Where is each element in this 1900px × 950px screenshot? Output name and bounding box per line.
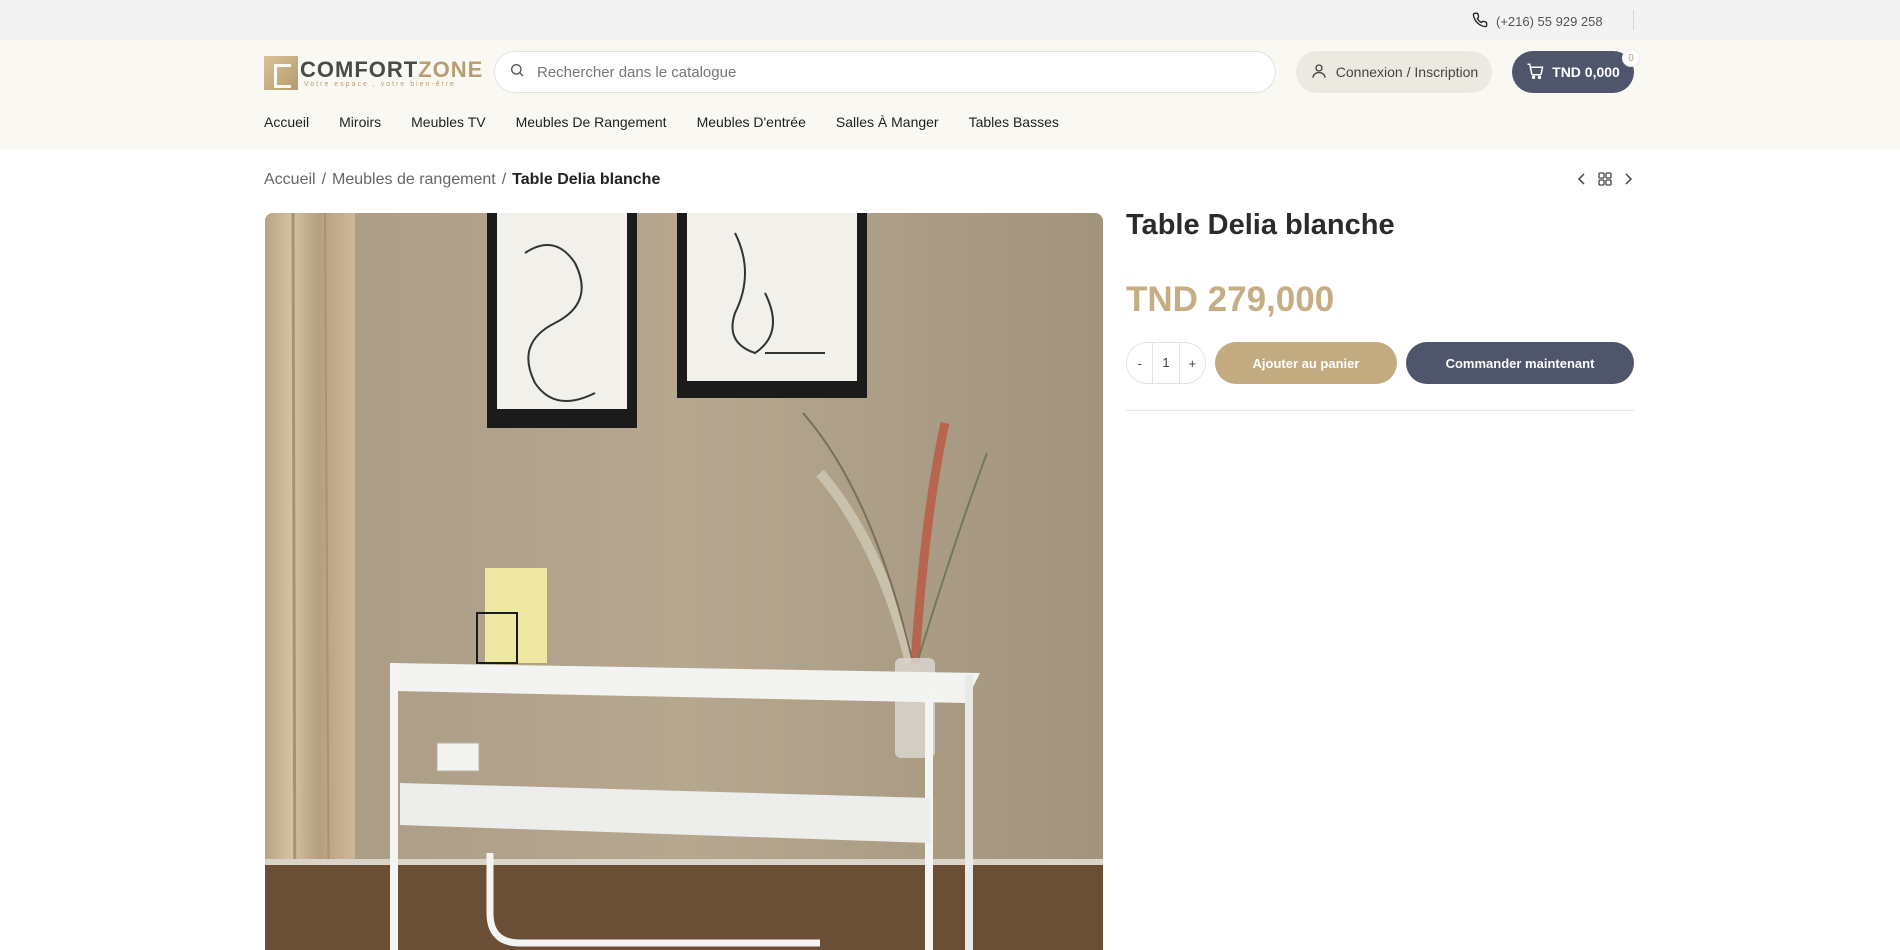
login-button[interactable]: Connexion / Inscription [1296,51,1492,93]
search-icon[interactable] [509,62,525,83]
logo-mark [264,56,298,90]
nav-item-tables-basses[interactable]: Tables Basses [969,114,1059,130]
search-input[interactable] [535,62,1239,82]
breadcrumb-accueil[interactable]: Accueil [264,171,316,189]
cart-button[interactable]: TND 0,000 [1512,51,1634,93]
order-now-button[interactable]: Commander maintenant [1406,342,1634,384]
product-navigation [1576,172,1634,191]
breadcrumb-meubles-de-rangement[interactable]: Meubles de rangement [332,171,496,189]
cart-count-badge: 0 [1622,49,1640,67]
chevron-left-icon[interactable] [1576,172,1588,191]
product-image[interactable] [265,213,1103,950]
breadcrumb-current: Table Delia blanche [512,171,661,188]
nav-item-meubles-de-rangement[interactable]: Meubles De Rangement [516,114,667,130]
phone-contact[interactable]: (+216) 55 929 258 [1472,12,1603,31]
chevron-right-icon[interactable] [1622,172,1634,191]
quantity-decrease-button[interactable]: - [1127,356,1152,371]
product-divider [1126,410,1634,411]
quantity-input[interactable]: 1 [1152,343,1180,383]
grid-icon[interactable] [1598,172,1612,191]
product-photo-illustration [265,213,1103,950]
cart-icon [1526,62,1544,83]
quantity-stepper: - 1 + [1126,342,1206,384]
add-to-cart-button[interactable]: Ajouter au panier [1215,342,1397,384]
main-nav: Accueil Miroirs Meubles TV Meubles De Ra… [264,114,1089,130]
nav-item-accueil[interactable]: Accueil [264,114,309,130]
breadcrumb-separator: / [501,171,507,188]
logo-text: COMFORTZONE [300,57,484,82]
phone-number: (+216) 55 929 258 [1496,14,1603,29]
phone-icon [1472,12,1488,31]
product-title: Table Delia blanche [1126,209,1395,241]
user-icon [1310,62,1328,83]
nav-item-meubles-tv[interactable]: Meubles TV [411,114,485,130]
site-logo[interactable]: COMFORTZONE Votre espace , votre bien-êt… [264,56,482,90]
nav-item-salles-a-manger[interactable]: Salles À Manger [836,114,939,130]
nav-item-meubles-dentree[interactable]: Meubles D'entrée [697,114,806,130]
breadcrumb: Accueil / Meubles de rangement / Table D… [264,171,660,189]
nav-item-miroirs[interactable]: Miroirs [339,114,381,130]
search-bar[interactable] [494,51,1276,93]
quantity-increase-button[interactable]: + [1180,356,1205,371]
login-label: Connexion / Inscription [1335,64,1479,80]
breadcrumb-separator: / [321,171,327,188]
topbar-divider [1633,10,1634,30]
logo-tagline: Votre espace , votre bien-être [304,81,456,88]
product-price: TND 279,000 [1126,280,1335,319]
cart-total: TND 0,000 [1552,64,1620,80]
top-bar: (+216) 55 929 258 [0,0,1900,40]
